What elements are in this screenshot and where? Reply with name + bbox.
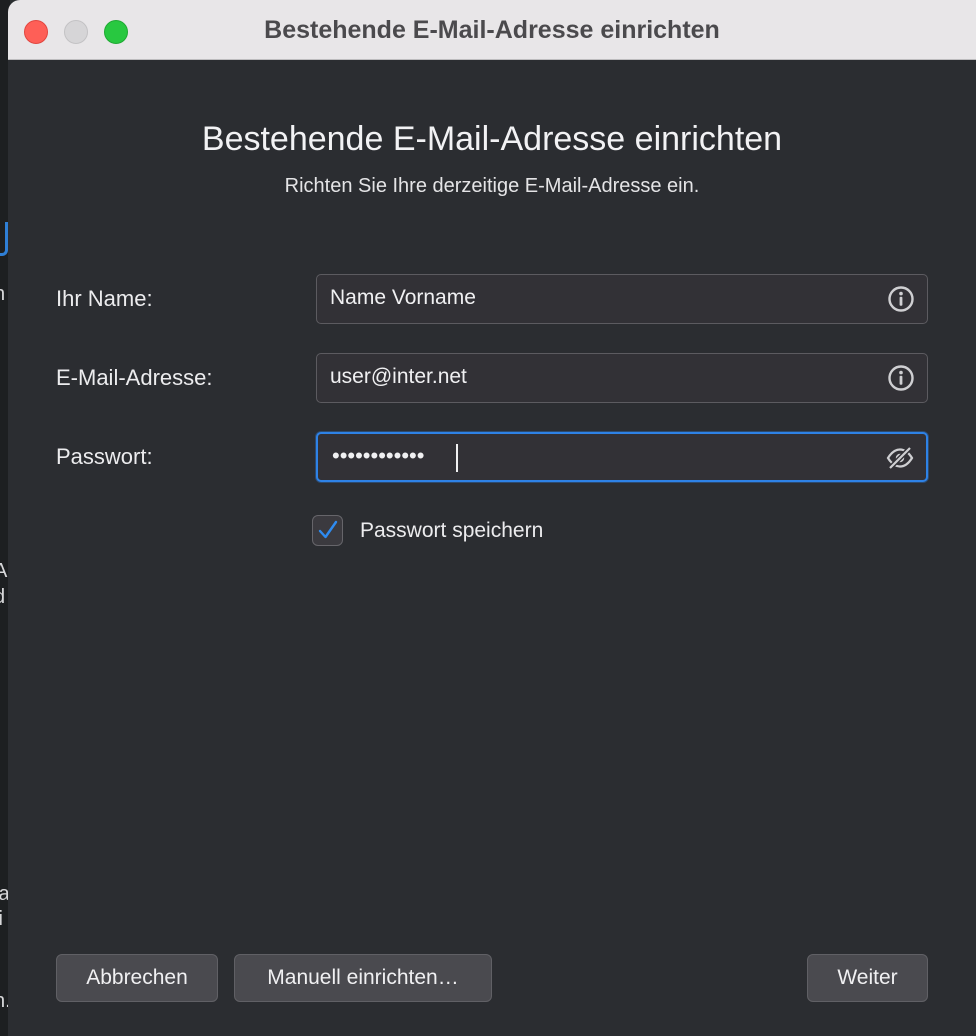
remember-password-label[interactable]: Passwort speichern: [360, 519, 543, 543]
name-field[interactable]: Name Vorname: [316, 274, 928, 324]
page-title: Bestehende E-Mail-Adresse einrichten: [201, 120, 783, 158]
remember-password-checkbox[interactable]: [312, 515, 343, 546]
manual-setup-button[interactable]: Manuell einrichten…: [234, 954, 492, 1002]
page-subtitle: Richten Sie Ihre derzeitige E-Mail-Adres…: [284, 175, 700, 197]
name-field-value: Name Vorname: [330, 286, 476, 309]
email-field[interactable]: user@inter.net: [316, 353, 928, 403]
background-text-fragment: ii: [0, 908, 3, 930]
name-label: Ihr Name:: [56, 286, 153, 311]
text-caret: [456, 444, 458, 472]
email-field-value: user@inter.net: [330, 365, 467, 388]
email-label: E-Mail-Adresse:: [56, 365, 213, 390]
background-text-fragment: n: [0, 283, 5, 306]
window-titlebar: Bestehende E-Mail-Adresse einrichten: [8, 0, 976, 60]
background-app-highlight: [0, 222, 8, 256]
background-text-fragment: A: [0, 560, 8, 582]
checkmark-icon: [318, 520, 338, 539]
window-title: Bestehende E-Mail-Adresse einrichten: [264, 16, 720, 44]
eye-slash-icon[interactable]: [886, 444, 914, 472]
account-setup-dialog: Bestehende E-Mail-Adresse einrichten Bes…: [8, 0, 976, 1036]
cancel-button[interactable]: Abbrechen: [56, 954, 218, 1002]
info-icon[interactable]: [887, 285, 915, 313]
next-button[interactable]: Weiter: [807, 954, 928, 1002]
password-field[interactable]: ••••••••••••: [316, 432, 928, 482]
info-icon[interactable]: [887, 364, 915, 392]
password-field-value: ••••••••••••: [332, 443, 425, 468]
background-text-fragment: d: [0, 586, 5, 609]
password-label: Passwort:: [56, 444, 153, 469]
